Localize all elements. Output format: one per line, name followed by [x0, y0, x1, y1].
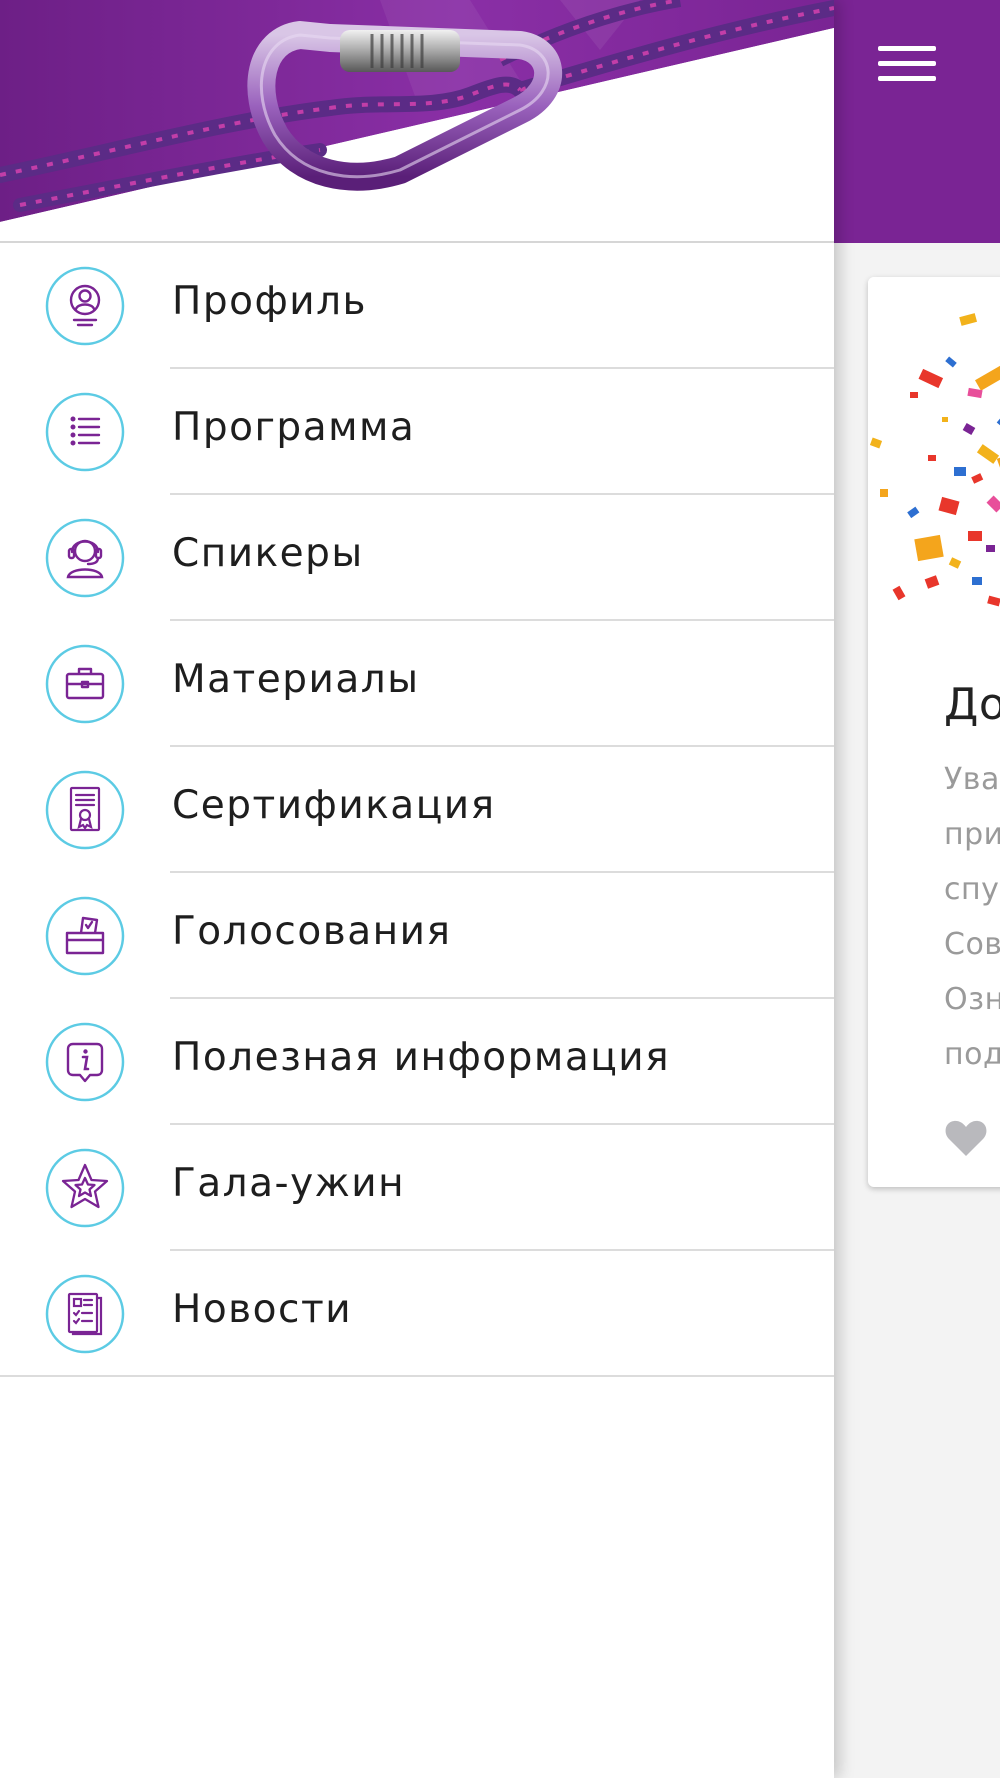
- menu-item-label: Гала-ужин: [172, 1161, 406, 1206]
- side-drawer: Профиль Программа Спикеры Материалы Серт…: [0, 0, 834, 1778]
- news-card-excerpt-line: Сове: [944, 927, 1000, 962]
- menu-item-profile[interactable]: Профиль: [0, 243, 834, 369]
- news-card-excerpt-line: Озна: [944, 982, 1000, 1017]
- menu-item-gala-dinner[interactable]: Гала-ужин: [0, 1125, 834, 1251]
- star-icon: [45, 1148, 125, 1228]
- news-card-excerpt: Уважа прило спутн Сове Озна подро: [944, 762, 1000, 1092]
- drawer-banner: [0, 0, 834, 243]
- confetti-image: [868, 277, 1000, 637]
- main-screen: Добр Уважа прило спутн Сове Озна подро 0: [834, 0, 1000, 1778]
- menu-item-voting[interactable]: Голосования: [0, 873, 834, 999]
- menu-item-label: Полезная информация: [172, 1035, 671, 1080]
- like-button[interactable]: 0: [944, 1114, 1000, 1162]
- news-card-excerpt-line: спутн: [944, 872, 1000, 907]
- menu-item-news[interactable]: Новости: [0, 1251, 834, 1377]
- news-card-excerpt-line: подро: [944, 1037, 1000, 1072]
- news-card-title: Добр: [944, 679, 1000, 730]
- ballot-box-icon: [45, 896, 125, 976]
- menu-item-useful-info[interactable]: Полезная информация: [0, 999, 834, 1125]
- menu-item-speakers[interactable]: Спикеры: [0, 495, 834, 621]
- profile-icon: [45, 266, 125, 346]
- menu-item-label: Сертификация: [172, 783, 496, 828]
- headset-speaker-icon: [45, 518, 125, 598]
- menu-item-label: Новости: [172, 1287, 353, 1332]
- list-icon: [45, 392, 125, 472]
- menu-item-certification[interactable]: Сертификация: [0, 747, 834, 873]
- menu-item-label: Спикеры: [172, 531, 364, 576]
- heart-icon: [945, 1120, 987, 1156]
- drawer-menu: Профиль Программа Спикеры Материалы Серт…: [0, 243, 834, 1377]
- news-card-excerpt-line: прило: [944, 817, 1000, 852]
- menu-item-label: Голосования: [172, 909, 452, 954]
- menu-item-materials[interactable]: Материалы: [0, 621, 834, 747]
- briefcase-icon: [45, 644, 125, 724]
- menu-item-program[interactable]: Программа: [0, 369, 834, 495]
- menu-item-label: Профиль: [172, 279, 368, 324]
- carabiner-and-rope-banner: [0, 0, 834, 243]
- main-header: [834, 0, 1000, 243]
- newspaper-icon: [45, 1274, 125, 1354]
- hamburger-menu-icon[interactable]: [866, 36, 938, 100]
- certificate-icon: [45, 770, 125, 850]
- info-bubble-icon: [45, 1022, 125, 1102]
- menu-item-label: Программа: [172, 405, 416, 450]
- news-card[interactable]: Добр Уважа прило спутн Сове Озна подро 0: [868, 277, 1000, 1187]
- news-card-excerpt-line: Уважа: [944, 762, 1000, 797]
- menu-item-label: Материалы: [172, 657, 420, 702]
